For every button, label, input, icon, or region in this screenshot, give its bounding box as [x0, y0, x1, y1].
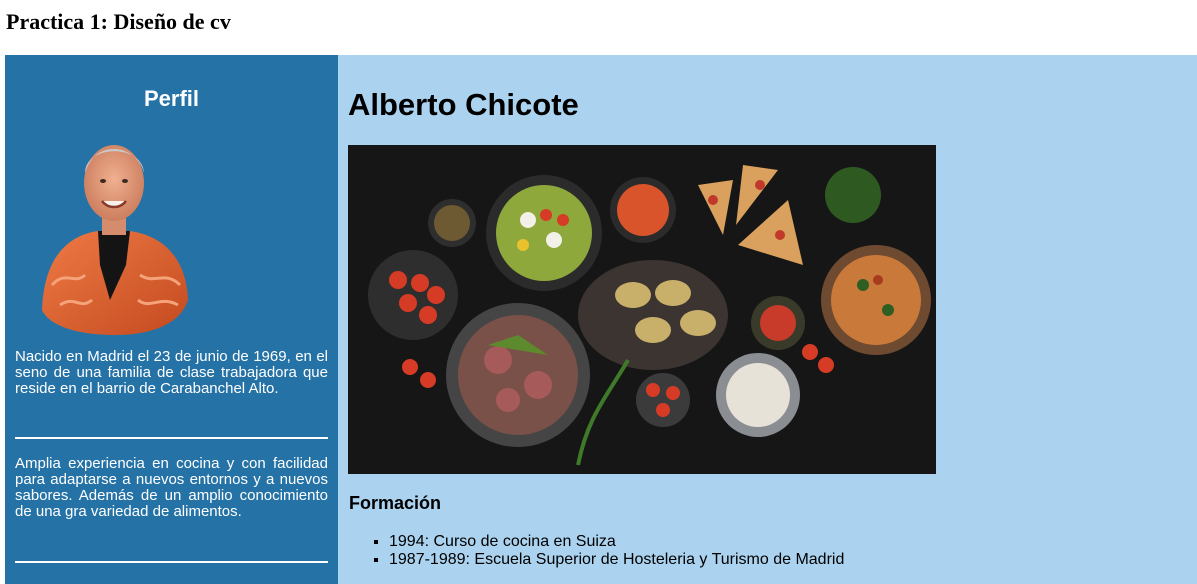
list-item: 1987-1989: Escuela Superior de Hosteleri… [389, 551, 844, 569]
list-item: 1994: Curso de cocina en Suiza [389, 533, 844, 551]
profile-sidebar: Perfil Nacido en Madrid el 23 de junio d… [5, 55, 338, 584]
food-photo [348, 145, 936, 474]
divider [15, 561, 328, 563]
divider [15, 437, 328, 439]
cv-main: Alberto Chicote Formación ▪ 1994: Curso … [338, 55, 1197, 584]
profile-paragraph: Nacido en Madrid el 23 de junio de 1969,… [15, 348, 328, 397]
page-title: Practica 1: Diseño de cv [6, 9, 231, 34]
education-list: 1994: Curso de cocina en Suiza 1987-1989… [349, 533, 844, 569]
cv-name-heading: Alberto Chicote [348, 87, 579, 122]
profile-heading: Perfil [143, 86, 200, 111]
education-heading: Formación [349, 493, 442, 513]
profile-paragraph: Amplia experiencia en cocina y con facil… [15, 455, 328, 520]
avatar [42, 145, 188, 335]
